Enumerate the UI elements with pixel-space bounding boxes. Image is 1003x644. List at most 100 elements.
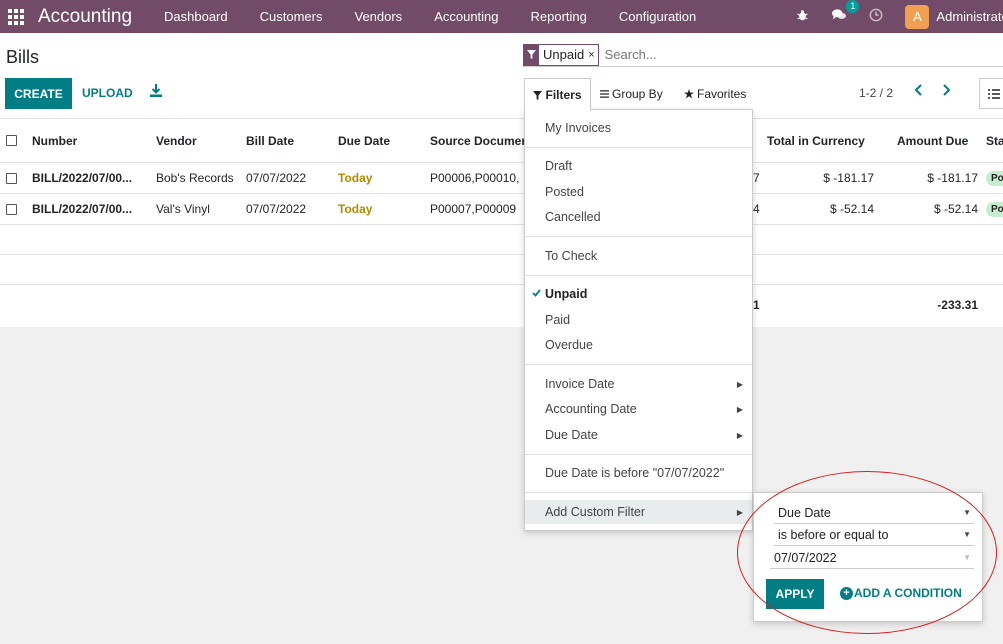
avatar[interactable]: A bbox=[905, 4, 930, 29]
caret-down-icon: ▼ bbox=[963, 530, 971, 539]
menu-accounting[interactable]: Accounting bbox=[418, 9, 514, 24]
page-title: Bills bbox=[6, 47, 40, 67]
chevron-right-icon[interactable] bbox=[942, 83, 951, 100]
bill-source: P00007,P00009 bbox=[430, 202, 517, 216]
filter-to-check[interactable]: To Check bbox=[525, 244, 752, 268]
col-total-currency[interactable]: Total in Currency bbox=[767, 119, 865, 162]
filter-cancelled[interactable]: Cancelled bbox=[525, 205, 752, 229]
table-header: Number Vendor Bill Date Due Date Source … bbox=[0, 119, 1003, 163]
filter-label: My Invoices bbox=[545, 121, 611, 135]
messages-badge: 1 bbox=[846, 0, 860, 13]
divider bbox=[525, 492, 752, 493]
filter-accounting-date[interactable]: Accounting Date ▶ bbox=[525, 397, 752, 421]
create-button[interactable]: CREATE bbox=[5, 78, 72, 109]
col-number[interactable]: Number bbox=[32, 119, 77, 162]
favorites-toggle[interactable]: Favorites bbox=[684, 78, 746, 109]
table-row[interactable]: BILL/2022/07/00... Bob's Records 07/07/2… bbox=[0, 163, 1003, 194]
custom-filter-value-input[interactable]: 07/07/2022 ▼ bbox=[770, 547, 974, 569]
custom-filter-panel: Due Date ▼ is before or equal to ▼ 07/07… bbox=[753, 492, 983, 622]
col-status[interactable]: Sta bbox=[986, 119, 1003, 162]
col-vendor[interactable]: Vendor bbox=[156, 119, 197, 162]
chevron-left-icon[interactable] bbox=[914, 83, 923, 100]
filters-toggle[interactable]: Filters bbox=[524, 78, 591, 111]
clock-icon[interactable] bbox=[869, 8, 883, 25]
caret-right-icon: ▶ bbox=[736, 430, 743, 440]
filter-label: Invoice Date bbox=[545, 377, 615, 391]
table-row[interactable]: BILL/2022/07/00... Val's Vinyl 07/07/202… bbox=[0, 194, 1003, 225]
custom-filter-field-select[interactable]: Due Date ▼ bbox=[774, 502, 974, 524]
filter-label: Unpaid bbox=[545, 287, 588, 301]
bill-vendor: Val's Vinyl bbox=[156, 202, 210, 216]
filter-label: Due Date bbox=[545, 428, 598, 442]
col-source-document[interactable]: Source Documen bbox=[430, 119, 529, 162]
bill-partial-total: 7 bbox=[753, 171, 760, 185]
bill-vendor: Bob's Records bbox=[156, 171, 234, 185]
empty-row bbox=[0, 255, 1003, 285]
col-amount-due[interactable]: Amount Due bbox=[897, 119, 968, 162]
groupby-toggle[interactable]: Group By bbox=[600, 78, 663, 109]
bill-amount-due: $ -181.17 bbox=[927, 171, 978, 185]
menu-configuration[interactable]: Configuration bbox=[603, 9, 712, 24]
operator-value: is before or equal to bbox=[778, 527, 889, 542]
select-all-checkbox[interactable] bbox=[6, 119, 17, 162]
plus-circle-icon: + bbox=[840, 586, 853, 600]
filter-due-date-before[interactable]: Due Date is before "07/07/2022" bbox=[525, 461, 752, 485]
groupby-label: Group By bbox=[612, 86, 663, 101]
filter-invoice-date[interactable]: Invoice Date ▶ bbox=[525, 372, 752, 396]
custom-filter-operator-select[interactable]: is before or equal to ▼ bbox=[774, 524, 974, 546]
filter-posted[interactable]: Posted bbox=[525, 180, 752, 204]
bill-total-currency: $ -52.14 bbox=[829, 202, 874, 216]
bill-due-date: Today bbox=[338, 202, 373, 216]
bill-partial-total: 4 bbox=[753, 202, 760, 216]
download-icon[interactable] bbox=[150, 84, 162, 100]
star-icon bbox=[684, 88, 694, 98]
filter-unpaid[interactable]: Unpaid bbox=[525, 282, 752, 306]
add-condition-label: ADD A CONDITION bbox=[854, 586, 962, 600]
apply-button[interactable]: APPLY bbox=[766, 579, 824, 609]
bills-list: Number Vendor Bill Date Due Date Source … bbox=[0, 119, 1003, 327]
total-partial: 1 bbox=[753, 298, 760, 312]
caret-down-icon: ▼ bbox=[963, 553, 971, 562]
filter-due-date[interactable]: Due Date ▶ bbox=[525, 423, 752, 447]
filter-draft[interactable]: Draft bbox=[525, 154, 752, 178]
filter-paid[interactable]: Paid bbox=[525, 308, 752, 332]
filter-label: Posted bbox=[545, 185, 584, 199]
add-custom-filter[interactable]: Add Custom Filter ▶ bbox=[525, 500, 752, 524]
list-view-icon[interactable] bbox=[979, 78, 1003, 109]
apps-menu-icon[interactable] bbox=[4, 5, 28, 29]
check-icon bbox=[532, 288, 541, 300]
pager-value[interactable]: 1-2 / 2 bbox=[859, 86, 893, 100]
filter-funnel-icon bbox=[533, 90, 543, 100]
menu-dashboard[interactable]: Dashboard bbox=[148, 9, 244, 24]
filter-label: Accounting Date bbox=[545, 402, 637, 416]
divider bbox=[525, 454, 752, 455]
col-due-date[interactable]: Due Date bbox=[338, 119, 390, 162]
caret-down-icon: ▼ bbox=[963, 508, 971, 517]
upload-button[interactable]: UPLOAD bbox=[82, 86, 133, 100]
user-menu[interactable]: Administrator bbox=[936, 9, 1003, 24]
add-condition-button[interactable]: + ADD A CONDITION bbox=[840, 586, 962, 600]
row-checkbox[interactable] bbox=[6, 163, 17, 193]
divider bbox=[525, 236, 752, 237]
bill-status: Po bbox=[986, 163, 1003, 193]
bug-icon[interactable] bbox=[796, 9, 809, 25]
filter-label: Overdue bbox=[545, 338, 593, 352]
bars-icon bbox=[600, 89, 609, 98]
app-brand[interactable]: Accounting bbox=[38, 6, 132, 28]
filter-label: Paid bbox=[545, 313, 571, 327]
facet-remove-icon[interactable]: × bbox=[588, 49, 597, 61]
menu-reporting[interactable]: Reporting bbox=[515, 9, 603, 24]
filter-my-invoices[interactable]: My Invoices bbox=[525, 116, 752, 140]
search-input[interactable] bbox=[604, 47, 805, 62]
col-bill-date[interactable]: Bill Date bbox=[246, 119, 294, 162]
bill-source: P00006,P00010, bbox=[430, 171, 520, 185]
filter-overdue[interactable]: Overdue bbox=[525, 333, 752, 357]
chat-bubbles-icon[interactable]: 1 bbox=[831, 0, 860, 25]
navbar-systray: 1 A Administrator bbox=[796, 0, 1003, 33]
menu-customers[interactable]: Customers bbox=[244, 9, 339, 24]
filter-label: Cancelled bbox=[545, 210, 601, 224]
menu-vendors[interactable]: Vendors bbox=[338, 9, 418, 24]
row-checkbox[interactable] bbox=[6, 194, 17, 224]
control-panel: Bills CREATE UPLOAD Unpaid × Filters Gro… bbox=[0, 33, 1003, 119]
filter-label: Due Date is before "07/07/2022" bbox=[545, 466, 725, 480]
